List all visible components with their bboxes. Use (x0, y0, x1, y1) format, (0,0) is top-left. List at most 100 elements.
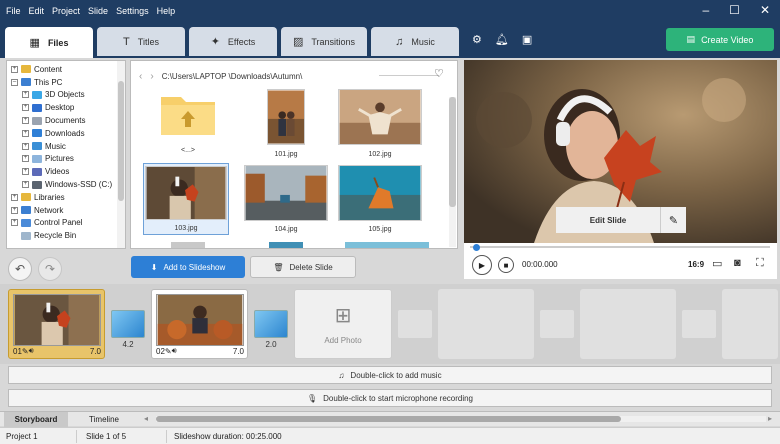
file-105[interactable]: 105.jpg (337, 165, 423, 233)
empty-slide-slot (722, 289, 778, 359)
expand-icon[interactable]: + (22, 181, 29, 189)
heart-icon[interactable]: ♡ (434, 67, 444, 80)
expand-icon[interactable]: + (22, 129, 29, 137)
expand-icon[interactable]: + (11, 193, 18, 201)
redo-button[interactable]: ↷ (38, 257, 62, 281)
slide-card[interactable]: 02 ✎ 🔊︎ 7.0 (151, 289, 248, 359)
back-arrow-icon[interactable]: ‹ (139, 71, 142, 82)
file-scrollbar[interactable] (449, 97, 456, 247)
tree-item[interactable]: + Music (11, 140, 125, 153)
add-to-slideshow-button[interactable]: ⬇ Add to Slideshow (131, 256, 245, 278)
expand-icon[interactable]: + (22, 142, 29, 150)
collapse-icon[interactable]: – (11, 78, 18, 86)
tab-storyboard[interactable]: Storyboard (4, 412, 68, 427)
storyboard-scrollbar[interactable] (156, 416, 766, 422)
minimize-button[interactable]: – (702, 3, 709, 17)
tree-item[interactable]: + Libraries (11, 191, 125, 204)
storyboard-scroll-thumb[interactable] (156, 416, 621, 422)
file-folder-up[interactable]: <...> (145, 89, 231, 161)
tree-item[interactable]: + Control Panel (11, 217, 125, 230)
expand-icon[interactable]: + (22, 155, 29, 163)
file-thumb-partial[interactable] (345, 242, 429, 248)
slide-volume-icon[interactable]: 🔊︎ (172, 346, 177, 356)
file-browser: ‹ › C:\Users\LAPTOP \Downloads\Autumn\ ♡… (130, 60, 458, 249)
tree-item[interactable]: + Downloads (11, 127, 125, 140)
aspect-ratio[interactable]: 16:9 (688, 260, 704, 269)
scroll-right-icon[interactable]: ▸ (768, 414, 772, 423)
expand-icon[interactable]: + (11, 65, 18, 73)
empty-transition-slot (540, 310, 574, 338)
seek-bar[interactable] (470, 244, 770, 251)
tab-transitions[interactable]: ▨ Transitions (281, 27, 367, 56)
file-101[interactable]: 101.jpg (243, 89, 329, 158)
folder-icon (21, 206, 31, 215)
gear-icon[interactable]: ⚙ (472, 33, 482, 46)
tree-item[interactable]: + Videos (11, 165, 125, 178)
fit-frame-icon[interactable]: ▭ (712, 257, 722, 270)
menu-edit[interactable]: Edit (29, 6, 45, 16)
transition-duration[interactable]: 2.0 (254, 340, 288, 349)
transition-thumbnail[interactable] (111, 310, 145, 338)
file-thumb-partial[interactable] (171, 242, 205, 248)
slide-duration[interactable]: 7.0 (90, 347, 101, 356)
close-button[interactable]: ✕ (760, 3, 770, 17)
fullscreen-icon[interactable]: ⛶ (756, 257, 764, 270)
tab-timeline[interactable]: Timeline (74, 412, 134, 427)
file-scroll-thumb[interactable] (449, 97, 456, 207)
tree-item[interactable]: + Windows-SSD (C:) (11, 178, 125, 191)
slide-duration[interactable]: 7.0 (233, 347, 244, 356)
delete-slide-button[interactable]: 🗑︎ Delete Slide (250, 256, 356, 278)
tree-item[interactable]: – This PC (11, 76, 125, 89)
expand-icon[interactable]: + (11, 219, 18, 227)
create-video-button[interactable]: ▤ Create Video (666, 28, 774, 51)
menu-help[interactable]: Help (157, 6, 176, 16)
expand-icon[interactable]: + (22, 168, 29, 176)
tab-music[interactable]: ♫ Music (371, 27, 459, 56)
tree-item[interactable]: + Desktop (11, 101, 125, 114)
file-102[interactable]: 102.jpg (337, 89, 423, 158)
edit-slide-button[interactable]: Edit Slide ✎ (556, 207, 686, 233)
stop-button[interactable]: ■ (498, 257, 514, 273)
play-button[interactable]: ▶ (472, 255, 492, 275)
menu-file[interactable]: File (6, 6, 21, 16)
tab-effects[interactable]: ✦ Effects (189, 27, 277, 56)
add-photo-placeholder[interactable]: ⊞ Add Photo (294, 289, 392, 359)
transition-duration[interactable]: 4.2 (111, 340, 145, 349)
seek-handle[interactable] (473, 244, 480, 251)
tree-item[interactable]: +3D Objects (11, 89, 125, 102)
menu-slide[interactable]: Slide (88, 6, 108, 16)
expand-icon[interactable]: + (22, 117, 29, 125)
forward-arrow-icon[interactable]: › (150, 71, 153, 82)
expand-icon[interactable]: + (11, 206, 18, 214)
slide-pencil-icon[interactable]: ✎ (22, 347, 29, 356)
expand-icon[interactable]: + (22, 91, 29, 99)
tree-item[interactable]: + Documents (11, 114, 125, 127)
slide-card[interactable]: 01 ✎ 🔊︎ 7.0 (8, 289, 105, 359)
menu-project[interactable]: Project (52, 6, 80, 16)
tree-item[interactable]: + Pictures (11, 153, 125, 166)
maximize-button[interactable]: ☐ (729, 3, 740, 17)
microphone-track[interactable]: 🎙︎ Double-click to start microphone reco… (8, 389, 772, 407)
file-thumb-partial[interactable] (269, 242, 303, 248)
scroll-left-icon[interactable]: ◂ (144, 414, 148, 423)
tree-item[interactable]: + Network (11, 204, 125, 217)
tree-item[interactable]: Recycle Bin (11, 229, 125, 242)
slide-pencil-icon[interactable]: ✎ (165, 347, 172, 356)
file-104[interactable]: 104.jpg (243, 165, 329, 233)
tab-titles[interactable]: T Titles (97, 27, 185, 56)
tree-item[interactable]: + Content (11, 63, 125, 76)
snapshot-icon[interactable]: ◙ (734, 257, 741, 269)
undo-button[interactable]: ↶ (8, 257, 32, 281)
menu-settings[interactable]: Settings (116, 6, 149, 16)
slide-volume-icon[interactable]: 🔊︎ (29, 346, 34, 356)
pencil-icon[interactable]: ✎ (660, 207, 686, 233)
file-103[interactable]: 103.jpg (143, 163, 229, 235)
picture-icon[interactable]: ▣ (522, 33, 532, 46)
music-track[interactable]: ♫ Double-click to add music (8, 366, 772, 384)
transition-thumbnail[interactable] (254, 310, 288, 338)
expand-icon[interactable]: + (22, 104, 29, 112)
bell-icon[interactable]: 🔔︎ (495, 33, 509, 46)
tree-scroll-thumb[interactable] (118, 81, 124, 201)
tree-scrollbar[interactable] (117, 61, 125, 248)
tab-files[interactable]: ▦ Files (5, 27, 93, 58)
